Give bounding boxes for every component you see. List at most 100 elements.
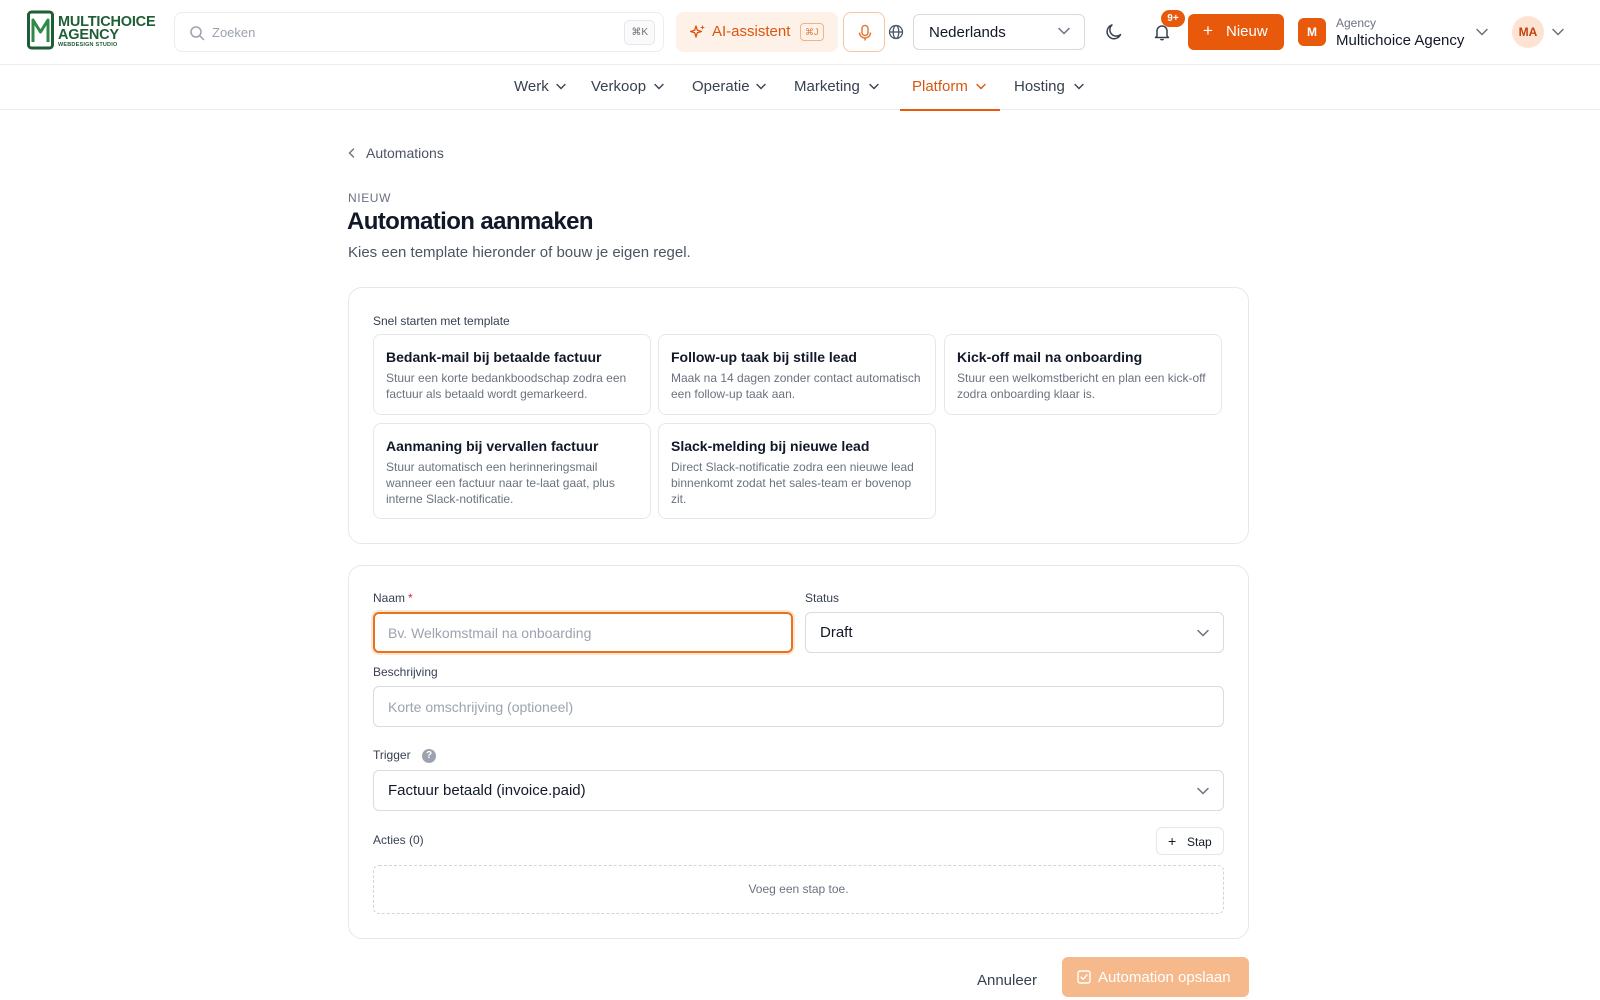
- description-input[interactable]: [388, 698, 1153, 716]
- nav-item-label: Werk: [514, 78, 549, 95]
- avatar: MA: [1512, 16, 1544, 48]
- name-label-text: Naam: [373, 591, 406, 605]
- template-description: Stuur een welkomstbericht en plan een ki…: [957, 371, 1206, 401]
- chevron-down-icon: [1197, 629, 1209, 637]
- name-field-label: Naam *: [373, 591, 413, 605]
- globe-icon: [888, 24, 904, 40]
- status-label: Status: [805, 591, 840, 605]
- chevron-down-icon: [1074, 83, 1084, 90]
- logo-mark-icon: [27, 10, 54, 50]
- dark-mode-toggle-icon[interactable]: [1105, 23, 1123, 41]
- chevron-down-icon: [1476, 28, 1488, 36]
- sparkle-icon: [690, 25, 705, 38]
- global-search[interactable]: ⌘K: [174, 12, 664, 52]
- description-field[interactable]: [373, 686, 1224, 727]
- plus-icon: +: [1168, 833, 1177, 849]
- microphone-icon: [858, 24, 872, 41]
- ai-assistant-label: AI-assistent: [712, 23, 791, 40]
- template-title: Kick-off mail na onboarding: [957, 349, 1143, 365]
- chevron-left-icon: [348, 148, 355, 158]
- active-tab-indicator: [900, 109, 1000, 111]
- trigger-label: Trigger: [373, 748, 411, 762]
- language-value: Nederlands: [929, 24, 1006, 41]
- save-check-icon: [1077, 970, 1091, 984]
- chevron-down-icon: [1058, 27, 1070, 35]
- agency-switcher[interactable]: M Agency Multichoice Agency: [1298, 14, 1490, 52]
- name-input[interactable]: [388, 624, 763, 642]
- chevron-down-icon: [869, 83, 879, 90]
- template-title: Bedank-mail bij betaalde factuur: [386, 349, 602, 365]
- template-description: Stuur een korte bedankboodschap zodra ee…: [386, 371, 627, 401]
- ai-shortcut: ⌘J: [800, 23, 824, 41]
- empty-state-text: Voeg een stap toe.: [748, 882, 849, 896]
- templates-card: Snel starten met template Bedank-mail bi…: [348, 287, 1249, 544]
- nav-item-label: Platform: [912, 78, 968, 95]
- nav-item-label: Verkoop: [591, 78, 647, 95]
- back-link-label: Automations: [366, 145, 444, 161]
- nav-item-verkoop[interactable]: Verkoop: [579, 65, 667, 110]
- plus-icon: +: [1203, 21, 1213, 40]
- chevron-down-icon: [556, 83, 566, 90]
- nav-item-label: Operatie: [692, 78, 750, 95]
- template-title: Slack-melding bij nieuwe lead: [671, 438, 870, 454]
- language-select[interactable]: Nederlands: [913, 14, 1085, 50]
- add-step-label: Stap: [1187, 835, 1212, 849]
- automation-form-card: Naam* Status Draft Beschrijving Trigger …: [348, 565, 1249, 939]
- main-nav: Werk Verkoop Operatie Marketing Platform…: [0, 65, 1600, 111]
- ai-assistant-button[interactable]: AI-assistent ⌘J: [676, 12, 838, 52]
- nav-item-label: Marketing: [794, 78, 860, 95]
- brand-logo[interactable]: MULTICHOICE AGENCY WEBDESIGN STUDIO: [27, 10, 159, 52]
- nav-item-hosting[interactable]: Hosting: [1002, 65, 1088, 110]
- trigger-value: Factuur betaald (invoice.paid): [388, 782, 586, 799]
- search-icon: [190, 26, 205, 41]
- agency-avatar: M: [1298, 18, 1326, 46]
- template-card[interactable]: Aanmaning bij vervallen factuur Stuur au…: [373, 423, 651, 519]
- page-eyebrow: NIEUW: [348, 191, 391, 205]
- nav-item-marketing[interactable]: Marketing: [782, 65, 882, 110]
- template-title: Follow-up taak bij stille lead: [671, 349, 857, 365]
- brand-tagline: WEBDESIGN STUDIO: [58, 42, 118, 48]
- actions-empty-state: Voeg een stap toe.: [373, 865, 1224, 914]
- status-value: Draft: [820, 624, 853, 641]
- nav-item-label: Hosting: [1014, 78, 1065, 95]
- chevron-down-icon: [756, 83, 766, 90]
- new-button[interactable]: + Nieuw: [1188, 14, 1284, 50]
- nav-item-platform[interactable]: Platform: [900, 65, 1000, 111]
- add-step-button[interactable]: + Stap: [1156, 827, 1224, 855]
- search-shortcut: ⌘K: [624, 20, 655, 45]
- chevron-down-icon: [654, 83, 664, 90]
- cancel-button[interactable]: Annuleer: [962, 966, 1052, 994]
- top-header: MULTICHOICE AGENCY WEBDESIGN STUDIO ⌘K A…: [0, 0, 1600, 65]
- page-title: Automation aanmaken: [347, 208, 594, 235]
- template-title: Aanmaning bij vervallen factuur: [386, 438, 599, 454]
- nav-item-operatie[interactable]: Operatie: [680, 65, 769, 110]
- nav-item-werk[interactable]: Werk: [502, 65, 569, 110]
- brand-name: MULTICHOICE AGENCY: [58, 15, 156, 43]
- required-mark: *: [408, 591, 413, 605]
- page-subtitle: Kies een template hieronder of bouw je e…: [348, 244, 691, 261]
- template-card[interactable]: Kick-off mail na onboarding Stuur een we…: [944, 334, 1222, 415]
- template-description: Direct Slack-notificatie zodra een nieuw…: [671, 460, 914, 506]
- template-card[interactable]: Follow-up taak bij stille lead Maak na 1…: [658, 334, 936, 415]
- chevron-down-icon: [1552, 28, 1564, 36]
- trigger-select[interactable]: Factuur betaald (invoice.paid): [373, 770, 1224, 811]
- description-label: Beschrijving: [373, 665, 438, 679]
- template-description: Stuur automatisch een herinneringsmail w…: [386, 460, 615, 506]
- template-card[interactable]: Bedank-mail bij betaalde factuur Stuur e…: [373, 334, 651, 415]
- agency-name: Multichoice Agency: [1336, 32, 1465, 49]
- status-select[interactable]: Draft: [805, 612, 1224, 653]
- chevron-down-icon: [1197, 787, 1209, 795]
- templates-section-title: Snel starten met template: [373, 314, 510, 328]
- voice-input-button[interactable]: [843, 12, 885, 52]
- template-description: Maak na 14 dagen zonder contact automati…: [671, 371, 921, 401]
- help-icon[interactable]: ?: [422, 749, 436, 763]
- name-field[interactable]: [373, 612, 793, 653]
- notification-badge: 9+: [1161, 10, 1185, 27]
- template-card[interactable]: Slack-melding bij nieuwe lead Direct Sla…: [658, 423, 936, 519]
- search-input[interactable]: [212, 22, 612, 42]
- actions-label: Acties (0): [373, 833, 424, 847]
- user-menu[interactable]: MA: [1512, 16, 1564, 48]
- save-button-label: Automation opslaan: [1098, 969, 1231, 986]
- save-automation-button[interactable]: Automation opslaan: [1062, 957, 1249, 997]
- chevron-down-icon: [976, 83, 986, 90]
